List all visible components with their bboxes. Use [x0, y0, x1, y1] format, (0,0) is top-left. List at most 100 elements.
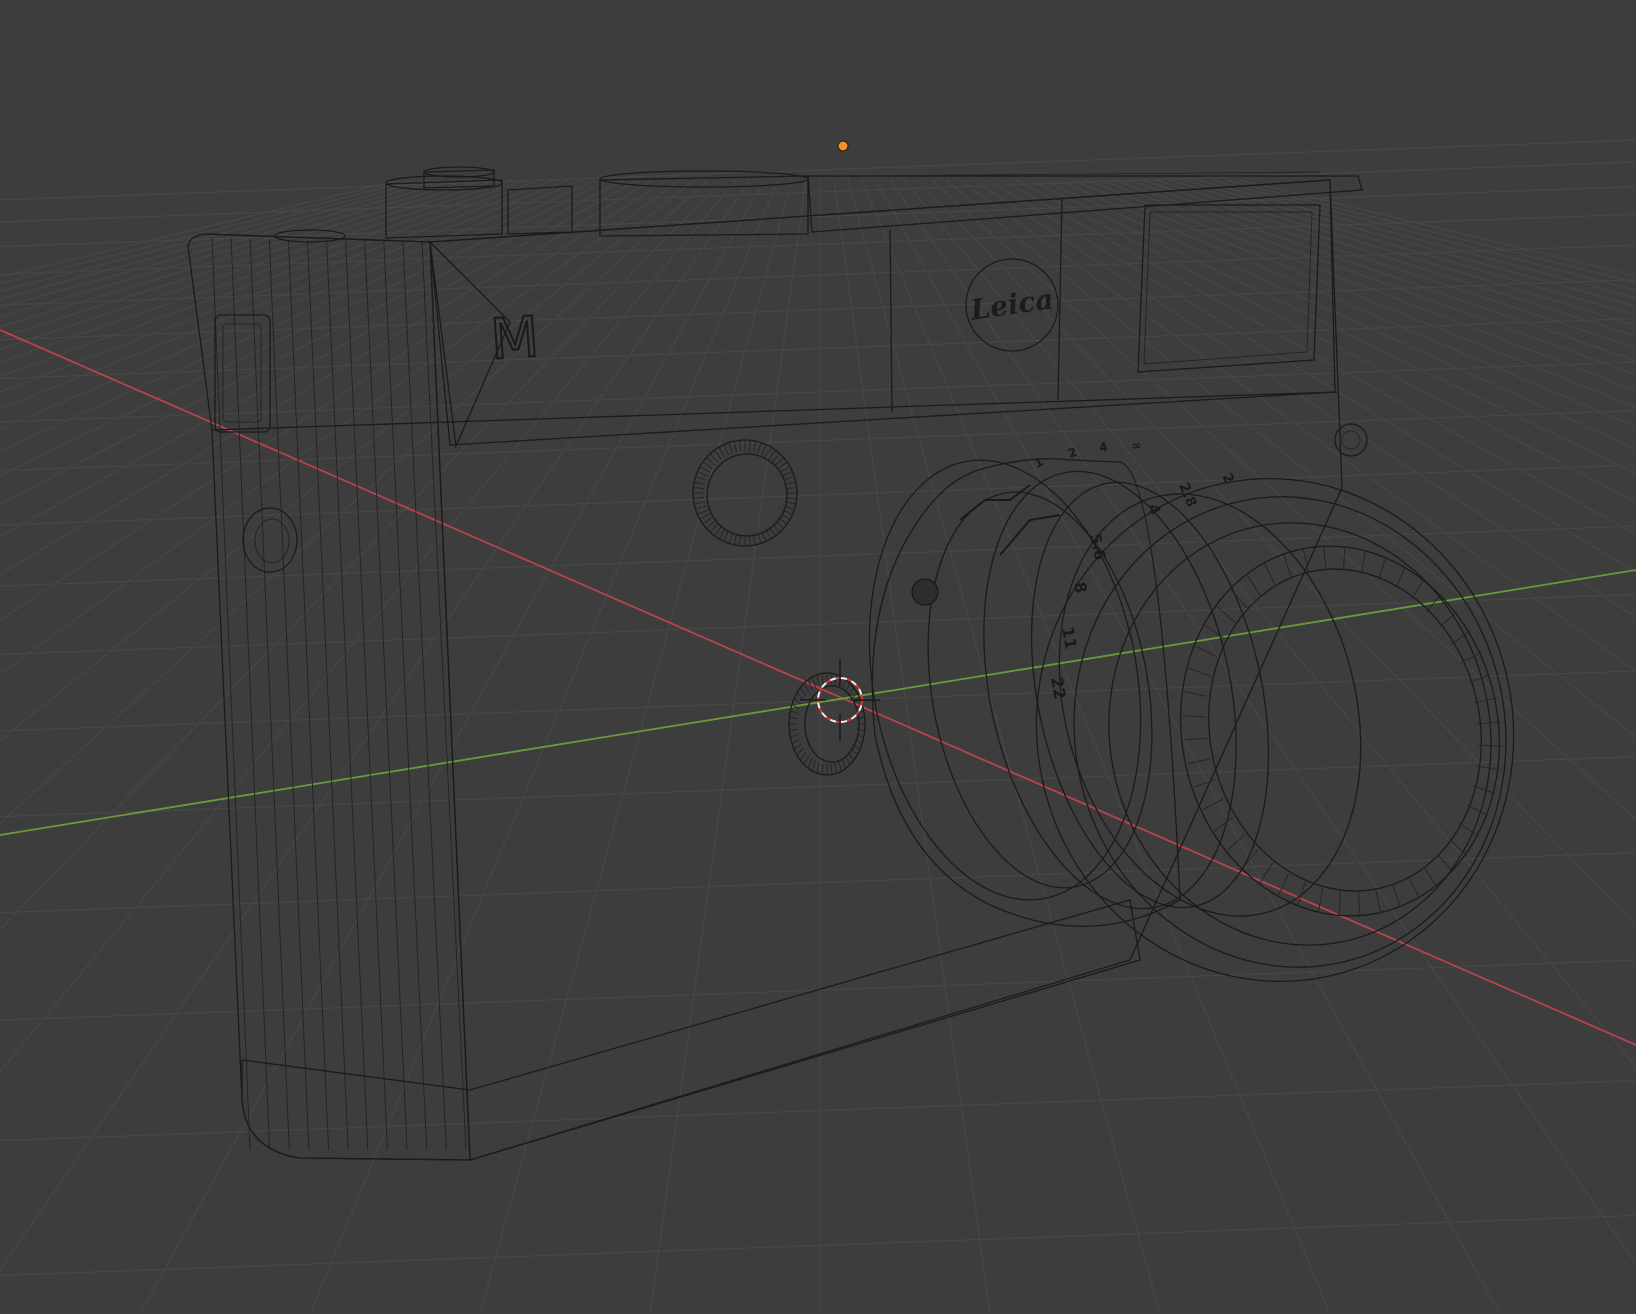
origin-point-icon[interactable]: [837, 140, 849, 152]
grid-line: [0, 179, 709, 825]
knurl-tick: [796, 747, 804, 756]
knurl-tick: [783, 476, 795, 481]
grid-line: [1113, 179, 1636, 362]
lens-wire: [1392, 884, 1401, 908]
floor-grid: [0, 139, 1636, 1314]
grid-line: [0, 179, 429, 292]
knurl-tick: [718, 446, 726, 458]
knurl-tick: [821, 763, 824, 775]
knurl-tick: [793, 743, 802, 750]
grid-line: [0, 179, 415, 285]
lens-wire: [1467, 804, 1489, 817]
knurl-tick: [779, 466, 791, 473]
knurl-tick: [771, 453, 781, 463]
knurl-tick: [706, 457, 716, 466]
grid-line: [1141, 179, 1636, 337]
knurl-tick: [821, 673, 824, 685]
lens-wire: [1408, 876, 1420, 899]
focus-mark-4: 4: [1098, 440, 1109, 455]
grid-line: [0, 179, 681, 676]
lens-index-dot: [911, 578, 939, 606]
lens-wire: [1448, 839, 1468, 856]
aperture-11: 11: [1058, 625, 1081, 650]
knurl-tick: [757, 442, 762, 454]
lens-wire: [1411, 578, 1425, 600]
aperture-ring[interactable]: [1014, 460, 1405, 950]
lens-wire: [1264, 563, 1276, 586]
grid-line: [917, 179, 1636, 927]
brand-logo-text: Leica: [967, 282, 1055, 326]
viewport-canvas[interactable]: M Leica 22 11 8 5.6 4 2.8 2 1 2 4 ∞: [0, 0, 1636, 1314]
lens-wire: [1439, 611, 1457, 628]
knurl-tick: [812, 760, 817, 772]
lens-wire: [1360, 550, 1366, 574]
knurl-tick: [816, 762, 820, 774]
knurl-tick: [790, 710, 799, 715]
knurl-tick: [834, 762, 838, 774]
grid-line: [875, 179, 1501, 1314]
lens-wire: [1205, 625, 1226, 640]
frame-selector-button[interactable]: [692, 439, 798, 547]
grid-line: [0, 1079, 1636, 1142]
viewfinder-window: [1137, 204, 1321, 373]
body-left-side: [187, 233, 471, 1161]
knurl-tick: [733, 533, 738, 545]
model-text: M: [488, 305, 541, 373]
knurl-tick: [709, 523, 719, 533]
grid-line: [1211, 179, 1636, 291]
grid-line: [0, 464, 1636, 526]
knurl-tick: [706, 520, 716, 529]
body-bottom-edge: [241, 899, 1141, 1161]
grid-line: [0, 179, 499, 339]
knurl-tick: [777, 516, 788, 525]
knurl-tick: [781, 471, 793, 477]
knurl-tick: [748, 440, 751, 452]
knurl-tick: [697, 509, 709, 515]
grid-line: [0, 179, 695, 742]
knurl-tick: [768, 526, 776, 537]
grid-line: [1001, 179, 1636, 536]
knurl-tick: [718, 528, 726, 540]
grid-line: [945, 179, 1636, 739]
focus-mark-infinity: ∞: [1131, 438, 1142, 453]
lens-wire: [1468, 674, 1491, 683]
knurl-tick: [777, 461, 788, 470]
knurl-tick: [761, 444, 767, 456]
knurl-tick: [844, 755, 851, 765]
aperture-5-6: 5.6: [1086, 532, 1109, 562]
focus-mark-2: 2: [1066, 445, 1079, 461]
grid-line: [0, 852, 1636, 914]
lens-wire: [1323, 546, 1327, 571]
lens-wire: [1297, 882, 1306, 906]
knurl-tick: [789, 716, 798, 720]
grid-line: [0, 179, 653, 576]
knurl-tick: [856, 728, 865, 732]
3d-viewport[interactable]: M Leica 22 11 8 5.6 4 2.8 2 1 2 4 ∞: [0, 0, 1636, 1314]
knurl-tick: [856, 716, 865, 720]
knurl-tick: [733, 441, 738, 453]
knurl-tick: [816, 674, 820, 686]
side-wire: [364, 240, 408, 1151]
lens-release-button[interactable]: [788, 672, 866, 776]
knurl-tick: [791, 738, 800, 744]
x-axis-line: [0, 329, 1636, 1046]
grid-line: [0, 756, 1636, 818]
knurl-tick: [693, 487, 705, 490]
grid-line: [0, 593, 1636, 656]
knurl-tick: [699, 513, 711, 520]
grid-line: [1029, 179, 1636, 475]
knurl-tick: [699, 466, 711, 473]
knurl-tick: [799, 751, 807, 761]
lens-wire: [1338, 891, 1341, 916]
side-wire: [287, 239, 329, 1151]
grid-line: [1155, 179, 1636, 327]
lens-wire: [1343, 546, 1346, 571]
knurl-tick: [697, 471, 709, 477]
lens-assembly[interactable]: [836, 434, 1560, 1026]
grid-line: [1043, 179, 1636, 450]
lens-wire: [1184, 691, 1208, 697]
side-wire: [211, 237, 251, 1151]
lens-wire: [1436, 853, 1454, 873]
knurl-tick: [803, 683, 810, 693]
grid-line: [0, 317, 1636, 380]
